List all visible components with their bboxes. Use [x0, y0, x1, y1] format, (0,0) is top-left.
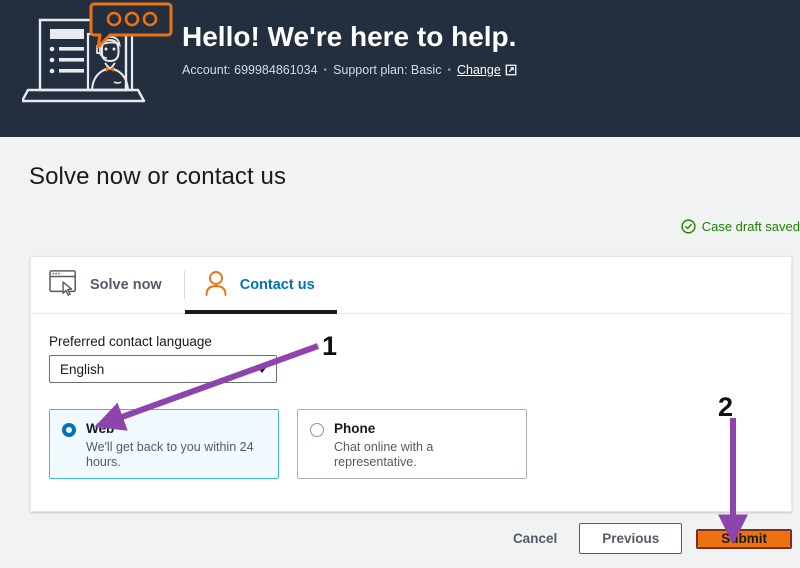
submit-button-highlight: Submit — [696, 528, 792, 549]
form-actions: Cancel Previous Submit — [30, 523, 792, 554]
support-agent-laptop-illustration — [20, 2, 174, 106]
chevron-down-icon — [256, 365, 268, 373]
page-title: Solve now or contact us — [29, 163, 287, 190]
tab-contact-us-label: Contact us — [239, 277, 315, 293]
status-badge-label: Case draft saved — [701, 219, 800, 234]
previous-button[interactable]: Previous — [579, 523, 683, 554]
external-link-icon — [505, 64, 517, 76]
preferred-contact-language-select[interactable]: English — [49, 355, 277, 383]
separator-dot-2: • — [447, 64, 451, 76]
tab-bar: Solve now Contact us — [31, 257, 791, 314]
person-icon — [203, 269, 229, 302]
submit-button[interactable]: Submit — [698, 530, 790, 547]
banner-subtitle: Account: 699984861034 • Support plan: Ba… — [182, 63, 517, 77]
preferred-contact-language-value: English — [60, 361, 105, 377]
contact-us-card: Solve now Contact us Preferred contact l… — [30, 256, 792, 512]
separator-dot-1: • — [323, 64, 328, 76]
contact-form: Preferred contact language English Web W… — [31, 314, 791, 479]
banner-title: Hello! We're here to help. — [182, 21, 517, 52]
tab-contact-us[interactable]: Contact us — [184, 257, 337, 314]
cancel-button[interactable]: Cancel — [505, 525, 565, 552]
contact-method-web-title: Web — [86, 421, 115, 436]
browser-window-cursor-icon — [49, 269, 79, 302]
change-plan-link-label: Change — [456, 63, 501, 77]
status-badge-case-draft-saved: Case draft saved — [681, 219, 800, 234]
account-label: Account: 699984861034 — [182, 63, 318, 77]
contact-method-options: Web We'll get back to you within 24 hour… — [49, 409, 791, 479]
page-banner: Hello! We're here to help. Account: 6999… — [0, 0, 800, 137]
tab-solve-now[interactable]: Solve now — [31, 257, 184, 313]
tab-solve-now-label: Solve now — [90, 277, 162, 293]
contact-method-option-web[interactable]: Web We'll get back to you within 24 hour… — [49, 409, 279, 479]
check-circle-icon — [681, 219, 696, 234]
contact-method-web-description: We'll get back to you within 24 hours. — [86, 440, 254, 469]
contact-method-phone-description: Chat online with a representative. — [334, 440, 434, 469]
change-plan-link[interactable]: Change — [457, 63, 517, 77]
banner-text-block: Hello! We're here to help. Account: 6999… — [182, 20, 517, 77]
support-plan-label: Support plan: Basic — [333, 63, 442, 77]
radio-web[interactable] — [62, 423, 76, 437]
contact-method-phone-title: Phone — [334, 421, 376, 436]
contact-method-option-phone[interactable]: Phone Chat online with a representative. — [297, 409, 527, 479]
language-field-label: Preferred contact language — [49, 334, 212, 349]
radio-phone[interactable] — [310, 423, 324, 437]
